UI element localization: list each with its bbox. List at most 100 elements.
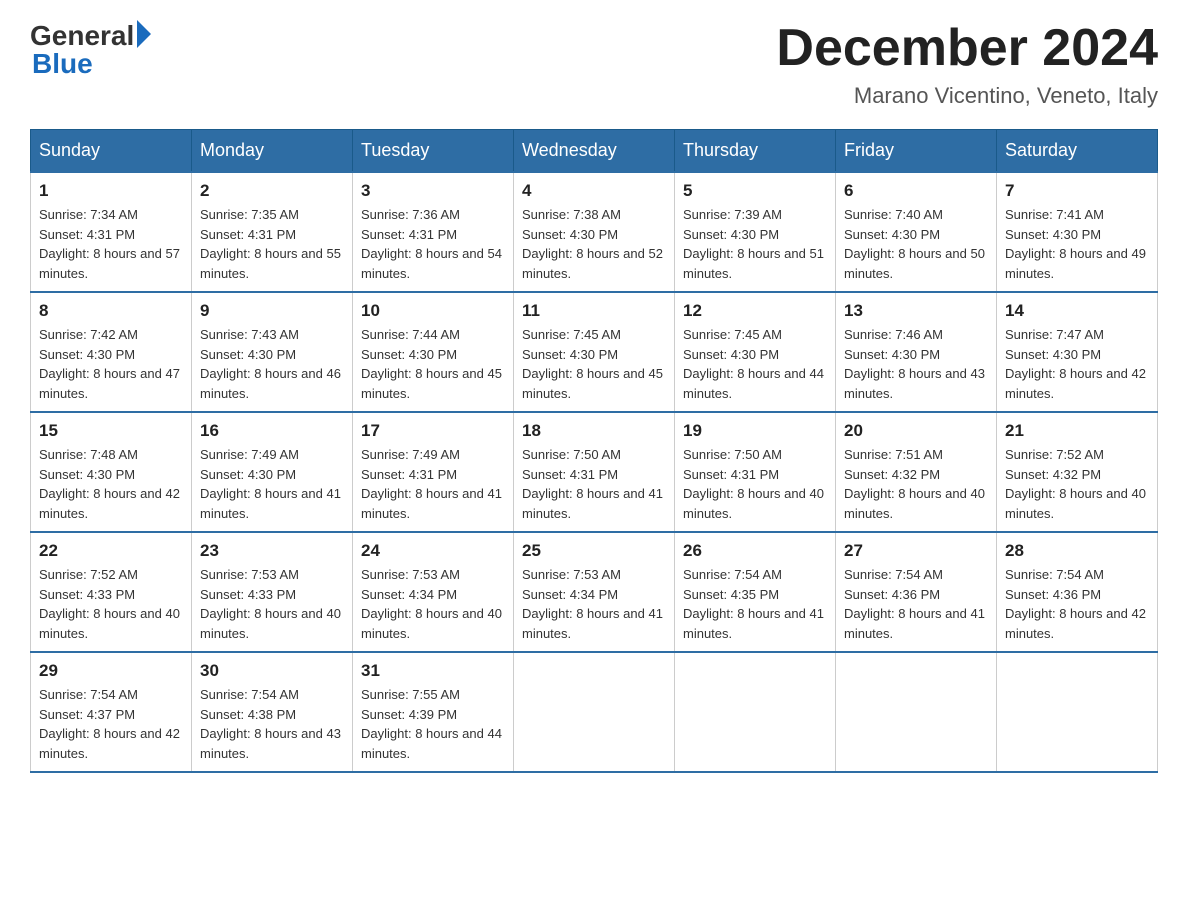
day-info: Sunrise: 7:41 AM Sunset: 4:30 PM Dayligh…: [1005, 205, 1149, 283]
table-row: 5 Sunrise: 7:39 AM Sunset: 4:30 PM Dayli…: [675, 172, 836, 292]
table-row: [997, 652, 1158, 772]
day-number: 20: [844, 421, 988, 441]
day-number: 29: [39, 661, 183, 681]
table-row: 2 Sunrise: 7:35 AM Sunset: 4:31 PM Dayli…: [192, 172, 353, 292]
day-number: 9: [200, 301, 344, 321]
day-info: Sunrise: 7:53 AM Sunset: 4:34 PM Dayligh…: [361, 565, 505, 643]
day-number: 2: [200, 181, 344, 201]
table-row: 11 Sunrise: 7:45 AM Sunset: 4:30 PM Dayl…: [514, 292, 675, 412]
day-number: 11: [522, 301, 666, 321]
day-info: Sunrise: 7:54 AM Sunset: 4:36 PM Dayligh…: [1005, 565, 1149, 643]
table-row: 19 Sunrise: 7:50 AM Sunset: 4:31 PM Dayl…: [675, 412, 836, 532]
day-number: 7: [1005, 181, 1149, 201]
day-number: 17: [361, 421, 505, 441]
table-row: 7 Sunrise: 7:41 AM Sunset: 4:30 PM Dayli…: [997, 172, 1158, 292]
day-number: 30: [200, 661, 344, 681]
table-row: 21 Sunrise: 7:52 AM Sunset: 4:32 PM Dayl…: [997, 412, 1158, 532]
day-info: Sunrise: 7:44 AM Sunset: 4:30 PM Dayligh…: [361, 325, 505, 403]
day-info: Sunrise: 7:52 AM Sunset: 4:32 PM Dayligh…: [1005, 445, 1149, 523]
day-info: Sunrise: 7:43 AM Sunset: 4:30 PM Dayligh…: [200, 325, 344, 403]
table-row: 17 Sunrise: 7:49 AM Sunset: 4:31 PM Dayl…: [353, 412, 514, 532]
table-row: 18 Sunrise: 7:50 AM Sunset: 4:31 PM Dayl…: [514, 412, 675, 532]
table-row: 16 Sunrise: 7:49 AM Sunset: 4:30 PM Dayl…: [192, 412, 353, 532]
day-number: 23: [200, 541, 344, 561]
day-number: 6: [844, 181, 988, 201]
table-row: [836, 652, 997, 772]
day-number: 16: [200, 421, 344, 441]
table-row: 3 Sunrise: 7:36 AM Sunset: 4:31 PM Dayli…: [353, 172, 514, 292]
title-section: December 2024 Marano Vicentino, Veneto, …: [776, 20, 1158, 109]
day-info: Sunrise: 7:54 AM Sunset: 4:38 PM Dayligh…: [200, 685, 344, 763]
day-info: Sunrise: 7:54 AM Sunset: 4:35 PM Dayligh…: [683, 565, 827, 643]
day-number: 5: [683, 181, 827, 201]
col-thursday: Thursday: [675, 130, 836, 173]
day-number: 27: [844, 541, 988, 561]
day-info: Sunrise: 7:50 AM Sunset: 4:31 PM Dayligh…: [683, 445, 827, 523]
day-info: Sunrise: 7:55 AM Sunset: 4:39 PM Dayligh…: [361, 685, 505, 763]
day-number: 26: [683, 541, 827, 561]
logo-triangle-icon: [137, 20, 151, 48]
day-info: Sunrise: 7:52 AM Sunset: 4:33 PM Dayligh…: [39, 565, 183, 643]
col-wednesday: Wednesday: [514, 130, 675, 173]
table-row: [675, 652, 836, 772]
col-friday: Friday: [836, 130, 997, 173]
day-number: 3: [361, 181, 505, 201]
day-number: 28: [1005, 541, 1149, 561]
day-number: 19: [683, 421, 827, 441]
day-number: 24: [361, 541, 505, 561]
col-sunday: Sunday: [31, 130, 192, 173]
table-row: 15 Sunrise: 7:48 AM Sunset: 4:30 PM Dayl…: [31, 412, 192, 532]
table-row: 26 Sunrise: 7:54 AM Sunset: 4:35 PM Dayl…: [675, 532, 836, 652]
table-row: 30 Sunrise: 7:54 AM Sunset: 4:38 PM Dayl…: [192, 652, 353, 772]
col-saturday: Saturday: [997, 130, 1158, 173]
table-row: 24 Sunrise: 7:53 AM Sunset: 4:34 PM Dayl…: [353, 532, 514, 652]
month-title: December 2024: [776, 20, 1158, 77]
table-row: 12 Sunrise: 7:45 AM Sunset: 4:30 PM Dayl…: [675, 292, 836, 412]
day-info: Sunrise: 7:40 AM Sunset: 4:30 PM Dayligh…: [844, 205, 988, 283]
calendar-week-row: 1 Sunrise: 7:34 AM Sunset: 4:31 PM Dayli…: [31, 172, 1158, 292]
table-row: 14 Sunrise: 7:47 AM Sunset: 4:30 PM Dayl…: [997, 292, 1158, 412]
day-info: Sunrise: 7:47 AM Sunset: 4:30 PM Dayligh…: [1005, 325, 1149, 403]
day-number: 18: [522, 421, 666, 441]
day-number: 4: [522, 181, 666, 201]
day-info: Sunrise: 7:49 AM Sunset: 4:31 PM Dayligh…: [361, 445, 505, 523]
col-monday: Monday: [192, 130, 353, 173]
day-info: Sunrise: 7:46 AM Sunset: 4:30 PM Dayligh…: [844, 325, 988, 403]
day-info: Sunrise: 7:35 AM Sunset: 4:31 PM Dayligh…: [200, 205, 344, 283]
day-info: Sunrise: 7:53 AM Sunset: 4:33 PM Dayligh…: [200, 565, 344, 643]
page-header: General Blue December 2024 Marano Vicent…: [30, 20, 1158, 109]
calendar-header-row: Sunday Monday Tuesday Wednesday Thursday…: [31, 130, 1158, 173]
table-row: 8 Sunrise: 7:42 AM Sunset: 4:30 PM Dayli…: [31, 292, 192, 412]
table-row: 22 Sunrise: 7:52 AM Sunset: 4:33 PM Dayl…: [31, 532, 192, 652]
day-info: Sunrise: 7:54 AM Sunset: 4:36 PM Dayligh…: [844, 565, 988, 643]
day-number: 25: [522, 541, 666, 561]
table-row: 4 Sunrise: 7:38 AM Sunset: 4:30 PM Dayli…: [514, 172, 675, 292]
day-info: Sunrise: 7:49 AM Sunset: 4:30 PM Dayligh…: [200, 445, 344, 523]
table-row: 25 Sunrise: 7:53 AM Sunset: 4:34 PM Dayl…: [514, 532, 675, 652]
day-number: 10: [361, 301, 505, 321]
day-number: 14: [1005, 301, 1149, 321]
day-number: 8: [39, 301, 183, 321]
table-row: 28 Sunrise: 7:54 AM Sunset: 4:36 PM Dayl…: [997, 532, 1158, 652]
day-info: Sunrise: 7:42 AM Sunset: 4:30 PM Dayligh…: [39, 325, 183, 403]
day-info: Sunrise: 7:36 AM Sunset: 4:31 PM Dayligh…: [361, 205, 505, 283]
location-subtitle: Marano Vicentino, Veneto, Italy: [776, 83, 1158, 109]
day-info: Sunrise: 7:50 AM Sunset: 4:31 PM Dayligh…: [522, 445, 666, 523]
day-info: Sunrise: 7:34 AM Sunset: 4:31 PM Dayligh…: [39, 205, 183, 283]
table-row: 20 Sunrise: 7:51 AM Sunset: 4:32 PM Dayl…: [836, 412, 997, 532]
col-tuesday: Tuesday: [353, 130, 514, 173]
day-info: Sunrise: 7:39 AM Sunset: 4:30 PM Dayligh…: [683, 205, 827, 283]
calendar-week-row: 29 Sunrise: 7:54 AM Sunset: 4:37 PM Dayl…: [31, 652, 1158, 772]
day-number: 22: [39, 541, 183, 561]
calendar-week-row: 8 Sunrise: 7:42 AM Sunset: 4:30 PM Dayli…: [31, 292, 1158, 412]
table-row: 31 Sunrise: 7:55 AM Sunset: 4:39 PM Dayl…: [353, 652, 514, 772]
day-info: Sunrise: 7:48 AM Sunset: 4:30 PM Dayligh…: [39, 445, 183, 523]
table-row: 29 Sunrise: 7:54 AM Sunset: 4:37 PM Dayl…: [31, 652, 192, 772]
day-number: 15: [39, 421, 183, 441]
day-info: Sunrise: 7:51 AM Sunset: 4:32 PM Dayligh…: [844, 445, 988, 523]
calendar-table: Sunday Monday Tuesday Wednesday Thursday…: [30, 129, 1158, 773]
day-number: 13: [844, 301, 988, 321]
calendar-week-row: 22 Sunrise: 7:52 AM Sunset: 4:33 PM Dayl…: [31, 532, 1158, 652]
table-row: [514, 652, 675, 772]
day-info: Sunrise: 7:38 AM Sunset: 4:30 PM Dayligh…: [522, 205, 666, 283]
